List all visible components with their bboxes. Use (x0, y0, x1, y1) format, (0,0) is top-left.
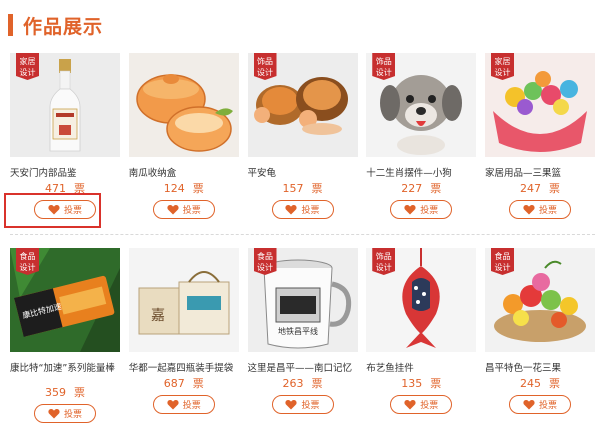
work-card[interactable]: 家居设计 家居用品—三果篮 247 票 投票 (485, 53, 595, 219)
work-name: 南瓜收纳盒 (128, 168, 177, 179)
vote-button[interactable]: 投票 (152, 200, 215, 219)
vote-count: 157 票 (282, 182, 323, 195)
mug-text: 地铁昌平线 (278, 326, 318, 336)
section-header: 作品展示 (8, 10, 103, 40)
works-row-1: 家居设计 天安门内部品鉴 471 票 投票 南瓜收纳盒 124 票 投票 饰品设… (4, 53, 595, 228)
heart-icon (523, 399, 535, 410)
vote-button[interactable]: 投票 (271, 395, 334, 414)
category-badge: 家居设计 (491, 53, 514, 80)
work-card[interactable]: 饰品设计 十二生肖摆件—小狗 227 票 投票 (366, 53, 477, 219)
work-card[interactable]: 家居设计 天安门内部品鉴 471 票 投票 (4, 53, 120, 228)
bag-text: 嘉 (151, 308, 165, 324)
vote-count: 359 票 (45, 386, 85, 399)
work-name: 家居用品—三果篮 (485, 168, 562, 179)
work-image-bottle[interactable]: 家居设计 (10, 53, 120, 157)
work-image-mug[interactable]: 地铁昌平线 食品设计 (247, 248, 358, 352)
vote-button[interactable]: 投票 (390, 395, 453, 414)
vote-button[interactable]: 投票 (34, 404, 96, 423)
work-card[interactable]: 饰品设计 布艺鱼挂件 135 票 投票 (366, 248, 477, 423)
work-image-gift-bag[interactable]: 嘉 (128, 248, 239, 352)
category-badge: 食品设计 (253, 248, 277, 275)
work-name: 平安龟 (247, 168, 277, 179)
work-image-fruit-bowl[interactable]: 食品设计 (485, 248, 595, 352)
vote-count: 124 票 (163, 182, 204, 195)
work-image-turtles[interactable]: 饰品设计 (247, 53, 358, 157)
work-image-fabric-fish[interactable]: 饰品设计 (366, 248, 477, 352)
heart-icon (404, 399, 416, 410)
selection-highlight (4, 193, 101, 228)
heart-icon (523, 204, 535, 215)
work-name: 昌平特色一花三果 (485, 363, 562, 374)
work-image-dog[interactable]: 饰品设计 (366, 53, 477, 157)
vote-button[interactable]: 投票 (509, 200, 571, 219)
work-card[interactable]: 食品设计 昌平特色一花三果 245 票 投票 (485, 248, 595, 423)
vote-button[interactable]: 投票 (509, 395, 571, 414)
section-accent-bar (8, 14, 13, 36)
work-name: 这里是昌平——南口记忆 (247, 363, 353, 374)
category-badge: 饰品设计 (253, 53, 277, 80)
work-name: 华都一起嘉四瓶装手提袋 (128, 363, 234, 374)
vote-button[interactable]: 投票 (390, 200, 453, 219)
works-row-2: 康比特加速 食品设计 康比特“加速”系列能量棒 359 票 投票 嘉 华都一起嘉四… (10, 248, 595, 423)
work-name: 布艺鱼挂件 (366, 363, 414, 374)
section-title: 作品展示 (23, 15, 104, 38)
category-badge: 家居设计 (16, 53, 39, 80)
work-image-energy-bar[interactable]: 康比特加速 食品设计 (10, 248, 120, 352)
work-image-fruit-basket[interactable]: 家居设计 (485, 53, 595, 157)
heart-icon (48, 408, 60, 419)
vote-count: 135 票 (401, 377, 442, 390)
vote-count: 247 票 (520, 182, 560, 195)
vote-count: 263 票 (282, 377, 323, 390)
heart-icon (285, 204, 298, 215)
heart-icon (167, 204, 179, 215)
work-name: 十二生肖摆件—小狗 (366, 168, 452, 179)
category-badge: 食品设计 (16, 248, 39, 275)
category-badge: 饰品设计 (372, 53, 396, 80)
vote-button[interactable]: 投票 (271, 200, 334, 219)
heart-icon (167, 399, 179, 410)
heart-icon (285, 399, 298, 410)
row-divider (10, 234, 595, 235)
work-name: 康比特“加速”系列能量棒 (10, 363, 115, 374)
work-card[interactable]: 南瓜收纳盒 124 票 投票 (128, 53, 239, 219)
work-card[interactable]: 嘉 华都一起嘉四瓶装手提袋 687 票 投票 (128, 248, 239, 423)
work-name: 天安门内部品鉴 (10, 168, 77, 179)
vote-count: 245 票 (520, 377, 560, 390)
work-card[interactable]: 康比特加速 食品设计 康比特“加速”系列能量棒 359 票 投票 (10, 248, 120, 423)
category-badge: 食品设计 (491, 248, 514, 275)
work-card[interactable]: 地铁昌平线 食品设计 这里是昌平——南口记忆 263 票 投票 (247, 248, 358, 423)
vote-button[interactable]: 投票 (152, 395, 215, 414)
work-card[interactable]: 饰品设计 平安龟 157 票 投票 (247, 53, 358, 219)
vote-count: 227 票 (401, 182, 442, 195)
vote-count: 687 票 (163, 377, 204, 390)
heart-icon (404, 204, 416, 215)
category-badge: 饰品设计 (372, 248, 396, 275)
work-image-pumpkin-box[interactable] (128, 53, 239, 157)
